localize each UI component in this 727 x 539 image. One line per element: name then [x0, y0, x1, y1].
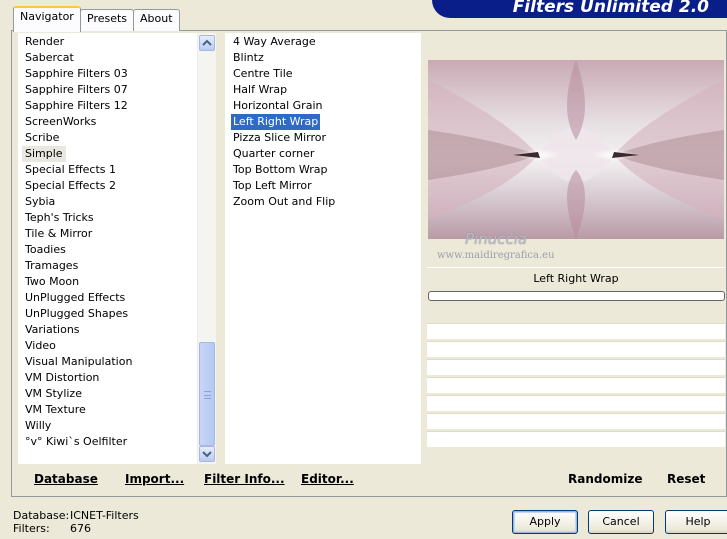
category-item[interactable]: VM Distortion: [22, 370, 102, 386]
category-item[interactable]: Sapphire Filters 07: [22, 82, 131, 98]
scroll-thumb[interactable]: [199, 342, 215, 446]
category-item[interactable]: Teph's Tricks: [22, 210, 97, 226]
watermark-name: Pinuccia: [465, 230, 528, 248]
category-item[interactable]: VM Texture: [22, 402, 89, 418]
app-banner: Filters Unlimited 2.0: [432, 0, 727, 18]
filter-item[interactable]: Pizza Slice Mirror: [231, 130, 328, 146]
scroll-down-button[interactable]: [199, 446, 215, 462]
editor-button[interactable]: Editor...: [301, 472, 354, 486]
category-item[interactable]: Sapphire Filters 12: [22, 98, 131, 114]
parameter-row: [427, 413, 725, 429]
category-item[interactable]: Toadies: [22, 242, 69, 258]
category-item[interactable]: Special Effects 1: [22, 162, 119, 178]
progress-bar: [428, 291, 725, 301]
category-item[interactable]: Willy: [22, 418, 54, 434]
filter-item[interactable]: Centre Tile: [231, 66, 295, 82]
tab-about[interactable]: About: [133, 9, 180, 31]
filter-item[interactable]: Horizontal Grain: [231, 98, 324, 114]
import-button[interactable]: Import...: [125, 472, 184, 486]
database-value: ICNET-Filters: [70, 509, 139, 522]
apply-button[interactable]: Apply: [512, 510, 578, 534]
category-item[interactable]: ScreenWorks: [22, 114, 99, 130]
filter-item[interactable]: Top Bottom Wrap: [231, 162, 330, 178]
filter-item[interactable]: Zoom Out and Flip: [231, 194, 337, 210]
category-item[interactable]: Sapphire Filters 03: [22, 66, 131, 82]
filter-item[interactable]: 4 Way Average: [231, 34, 318, 50]
reset-button[interactable]: Reset: [667, 472, 705, 486]
chevron-up-icon: [202, 39, 212, 46]
category-item[interactable]: Scribe: [22, 130, 62, 146]
category-item[interactable]: Sabercat: [22, 50, 77, 66]
tab-navigator[interactable]: Navigator: [13, 6, 81, 32]
filter-item[interactable]: Top Left Mirror: [231, 178, 314, 194]
parameter-row: [427, 395, 725, 411]
filter-item[interactable]: Quarter corner: [231, 146, 316, 162]
parameter-row: [427, 359, 725, 375]
category-item[interactable]: Tile & Mirror: [22, 226, 95, 242]
tab-presets[interactable]: Presets: [80, 9, 135, 31]
category-item[interactable]: UnPlugged Effects: [22, 290, 128, 306]
help-button[interactable]: Help: [665, 510, 727, 534]
category-item[interactable]: Visual Manipulation: [22, 354, 135, 370]
preview-image: [428, 60, 724, 239]
app-title: Filters Unlimited 2.0: [512, 0, 709, 17]
category-item[interactable]: Tramages: [22, 258, 81, 274]
current-filter-name: Left Right Wrap: [427, 267, 725, 289]
category-item[interactable]: Sybia: [22, 194, 58, 210]
category-scrollbar[interactable]: [197, 33, 216, 464]
parameter-row: [427, 431, 725, 447]
scroll-up-button[interactable]: [199, 35, 215, 51]
parameter-row: [427, 341, 725, 357]
cancel-button[interactable]: Cancel: [588, 510, 654, 534]
category-item[interactable]: Special Effects 2: [22, 178, 119, 194]
parameter-row: [427, 377, 725, 393]
category-item[interactable]: Two Moon: [22, 274, 82, 290]
category-item[interactable]: Simple: [22, 146, 66, 162]
filters-count-label: Filters:: [13, 522, 50, 535]
watermark-site: www.maidiregrafica.eu: [437, 250, 555, 261]
chevron-down-icon: [202, 451, 212, 458]
filters-count-value: 676: [70, 522, 91, 535]
parameter-row: [427, 323, 725, 339]
randomize-button[interactable]: Randomize: [568, 472, 642, 486]
filter-info-button[interactable]: Filter Info...: [204, 472, 285, 486]
category-item[interactable]: Variations: [22, 322, 83, 338]
database-label: Database:: [13, 509, 70, 522]
database-button[interactable]: Database: [34, 472, 98, 486]
category-list[interactable]: Render Sabercat Sapphire Filters 03 Sapphir…: [18, 33, 216, 464]
filter-item[interactable]: Blintz: [231, 50, 266, 66]
category-item[interactable]: VM Stylize: [22, 386, 85, 402]
category-item[interactable]: Video: [22, 338, 59, 354]
category-item[interactable]: UnPlugged Shapes: [22, 306, 131, 322]
parameter-area: [427, 305, 725, 464]
filter-list[interactable]: 4 Way Average Blintz Centre Tile Half Wrap H…: [225, 33, 421, 464]
filter-item[interactable]: Left Right Wrap: [231, 114, 321, 130]
category-item[interactable]: Render: [22, 34, 67, 50]
category-item[interactable]: °v° Kiwi`s Oelfilter: [22, 434, 130, 450]
filter-item[interactable]: Half Wrap: [231, 82, 289, 98]
